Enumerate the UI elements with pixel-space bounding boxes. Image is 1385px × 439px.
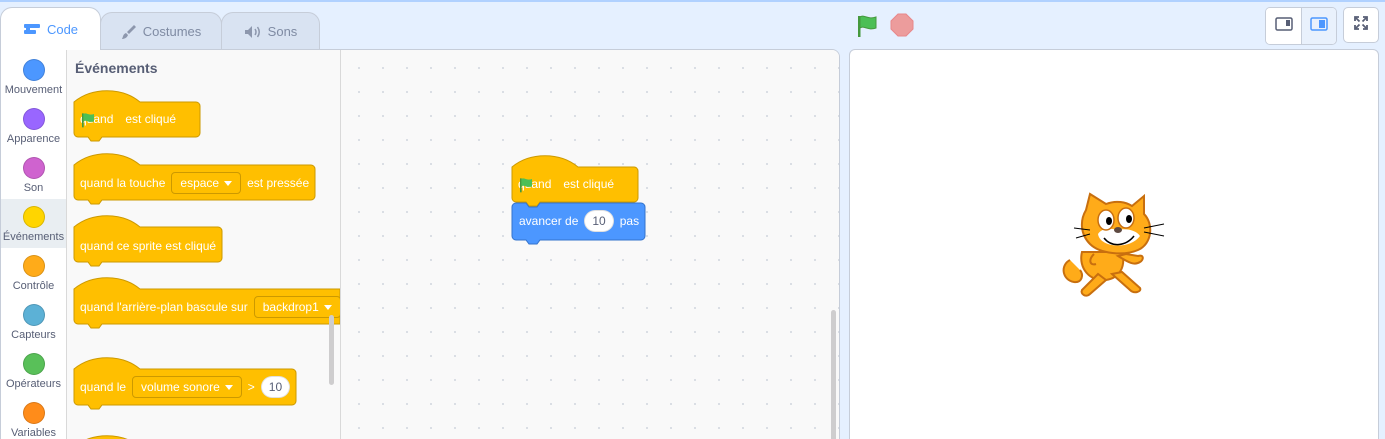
block-text: quand l'arrière-plan bascule sur bbox=[80, 300, 248, 314]
stage-size-toggle bbox=[1265, 7, 1337, 45]
backdrop-dropdown[interactable]: backdrop1 bbox=[253, 296, 340, 318]
script-when-flag-clicked[interactable]: quand est cliqué bbox=[511, 155, 639, 207]
script-move-steps[interactable]: avancer de 10 pas bbox=[511, 202, 646, 247]
block-text: pas bbox=[619, 214, 640, 228]
category-control[interactable]: Contrôle bbox=[1, 248, 66, 297]
category-label: Son bbox=[23, 182, 44, 194]
tab-costumes-label: Costumes bbox=[142, 24, 202, 39]
script-workspace[interactable]: quand est cliqué avancer de 10 pas bbox=[341, 50, 839, 439]
large-stage-icon bbox=[1310, 16, 1328, 36]
large-stage-button[interactable] bbox=[1301, 8, 1336, 44]
category-menu: Mouvement Apparence Son Événements Contr… bbox=[1, 50, 67, 439]
block-when-greater-than[interactable]: quand le volume sonore > 10 bbox=[73, 357, 297, 410]
category-events-dot bbox=[22, 206, 45, 228]
operator-text: > bbox=[247, 380, 255, 394]
tab-costumes[interactable]: Costumes bbox=[100, 12, 222, 50]
category-control-dot bbox=[22, 255, 45, 277]
sensor-dropdown[interactable]: volume sonore bbox=[132, 376, 242, 398]
block-when-sprite-clicked[interactable]: quand ce sprite est cliqué bbox=[73, 215, 223, 267]
block-text: quand le bbox=[80, 380, 127, 394]
stage[interactable] bbox=[849, 49, 1379, 439]
block-when-key-pressed[interactable]: quand la touche espace est pressée bbox=[73, 153, 316, 205]
category-label: Événements bbox=[2, 231, 65, 243]
tab-code-label: Code bbox=[46, 21, 79, 37]
block-text: quand ce sprite est cliqué bbox=[80, 239, 217, 253]
block-when-flag-clicked[interactable]: quand est cliqué bbox=[73, 90, 201, 142]
block-palette: Événements quand est cliqué quand la tou… bbox=[67, 50, 341, 439]
top-accent-line bbox=[0, 0, 1385, 2]
tab-sounds[interactable]: Sons bbox=[221, 12, 320, 50]
speaker-icon bbox=[244, 25, 262, 39]
category-events[interactable]: Événements bbox=[1, 199, 66, 248]
fullscreen-icon bbox=[1353, 15, 1369, 36]
category-label: Capteurs bbox=[11, 329, 56, 341]
category-operators-dot bbox=[22, 353, 45, 375]
block-text: quand la touche bbox=[80, 176, 166, 190]
category-label: Apparence bbox=[6, 133, 61, 145]
category-label: Mouvement bbox=[4, 84, 63, 96]
category-variables[interactable]: Variables bbox=[1, 395, 66, 439]
block-when-backdrop-switches[interactable]: quand l'arrière-plan bascule sur backdro… bbox=[73, 277, 340, 329]
workspace-scrollbar[interactable] bbox=[831, 310, 836, 439]
category-motion[interactable]: Mouvement bbox=[1, 52, 66, 101]
block-text: est cliqué bbox=[563, 177, 615, 191]
category-operators[interactable]: Opérateurs bbox=[1, 346, 66, 395]
dropdown-value: espace bbox=[180, 176, 220, 190]
block-partial bbox=[74, 435, 194, 439]
steps-input[interactable]: 10 bbox=[584, 210, 614, 232]
green-flag-icon[interactable] bbox=[855, 14, 879, 43]
category-label: Contrôle bbox=[12, 280, 55, 292]
palette-title: Événements bbox=[75, 60, 158, 76]
key-dropdown[interactable]: espace bbox=[171, 172, 242, 194]
category-sound[interactable]: Son bbox=[1, 150, 66, 199]
small-stage-icon bbox=[1274, 16, 1293, 36]
stop-icon[interactable] bbox=[890, 13, 914, 42]
cat-sprite[interactable] bbox=[1060, 190, 1170, 310]
small-stage-button[interactable] bbox=[1266, 8, 1301, 44]
category-label: Variables bbox=[10, 427, 57, 439]
block-text: est cliqué bbox=[125, 112, 177, 126]
fullscreen-button[interactable] bbox=[1343, 7, 1379, 43]
category-sound-dot bbox=[22, 157, 45, 179]
code-icon bbox=[23, 22, 41, 36]
category-variables-dot bbox=[22, 402, 45, 424]
chevron-down-icon bbox=[224, 384, 233, 390]
brush-icon bbox=[121, 24, 137, 40]
category-motion-dot bbox=[22, 59, 45, 81]
block-text: avancer de bbox=[519, 214, 579, 228]
threshold-input[interactable]: 10 bbox=[260, 376, 291, 398]
block-text: est pressée bbox=[247, 176, 310, 190]
category-label: Opérateurs bbox=[5, 378, 62, 390]
category-sensing-dot bbox=[22, 304, 45, 326]
chevron-down-icon bbox=[224, 180, 233, 186]
dropdown-value: backdrop1 bbox=[262, 300, 319, 314]
palette-scrollbar[interactable] bbox=[329, 315, 334, 385]
category-looks-dot bbox=[22, 108, 45, 130]
dropdown-value: volume sonore bbox=[141, 380, 220, 394]
chevron-down-icon bbox=[323, 304, 332, 310]
category-sensing[interactable]: Capteurs bbox=[1, 297, 66, 346]
tab-code[interactable]: Code bbox=[0, 7, 101, 50]
code-editor: Mouvement Apparence Son Événements Contr… bbox=[0, 49, 840, 439]
category-looks[interactable]: Apparence bbox=[1, 101, 66, 150]
tab-sounds-label: Sons bbox=[267, 24, 298, 39]
